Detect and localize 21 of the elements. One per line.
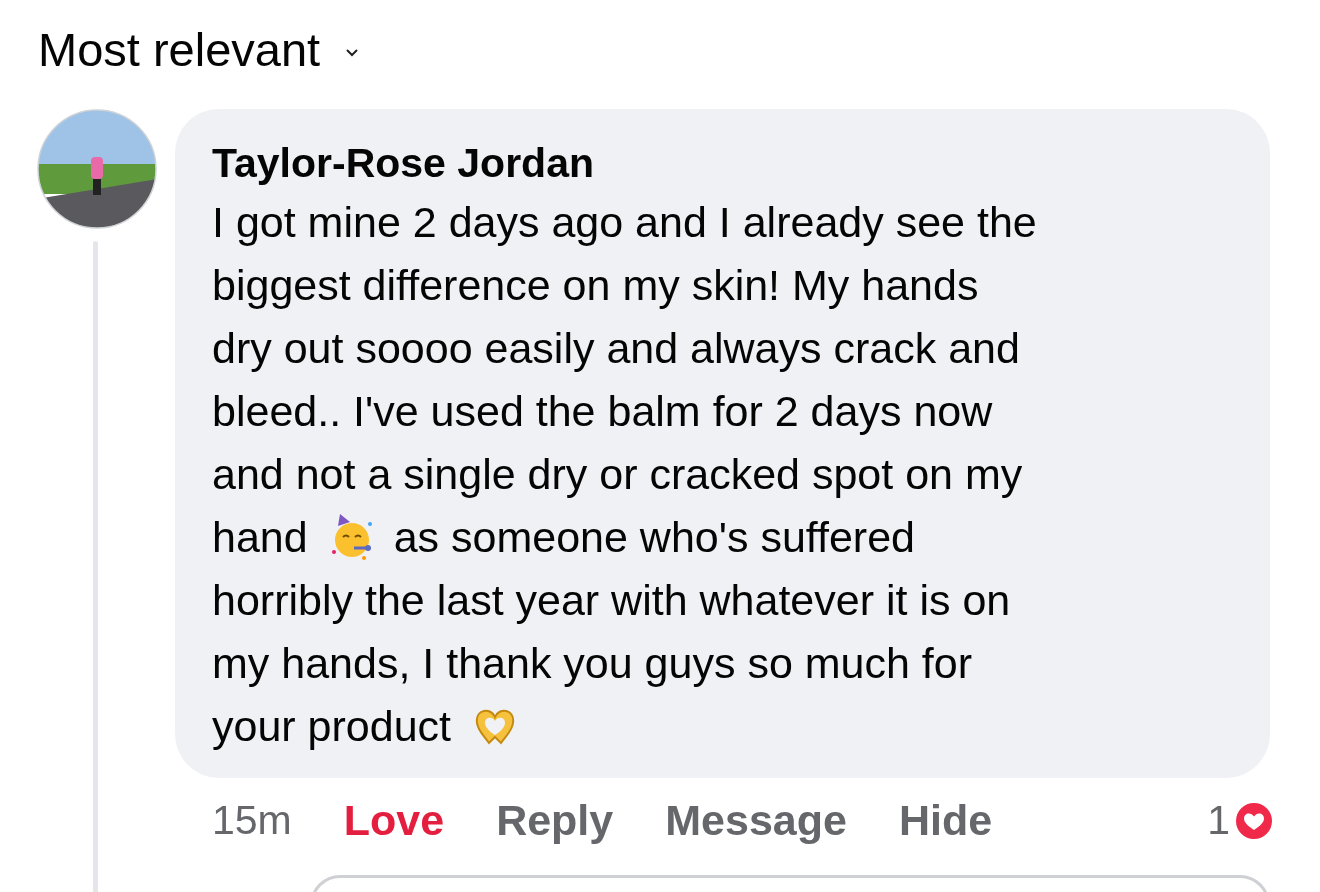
chevron-down-icon — [346, 48, 359, 57]
avatar-photo-placeholder[interactable] — [37, 109, 157, 229]
reaction-count: 1 — [1207, 797, 1230, 844]
timestamp: 15m — [212, 797, 292, 844]
comment-text: as someone who's suffered — [393, 512, 915, 563]
comment-text: my hands, I thank you guys so much for — [212, 638, 973, 689]
comment-text: and not a single dry or cracked spot on my — [212, 449, 1023, 500]
comment-text: bleed.. I've used the balm for 2 days now — [212, 386, 993, 437]
comment-text: horribly the last year with whatever it is on — [212, 575, 1011, 626]
action-link[interactable]: Reply — [496, 796, 614, 845]
comment-text: hand — [212, 512, 308, 563]
comment-text: your product — [212, 701, 452, 752]
comment-text: I got mine 2 days ago and I already see the — [212, 197, 1037, 248]
comment-text: biggest difference on my skin! My hands — [212, 260, 979, 311]
sort-dropdown[interactable]: Most relevant — [38, 22, 359, 77]
action-link[interactable]: Hide — [898, 796, 993, 845]
comment-text: dry out soooo easily and always crack and — [212, 323, 1020, 374]
heart-reaction-icon[interactable] — [1234, 800, 1274, 841]
action-link[interactable]: Message — [665, 796, 847, 845]
author-name[interactable]: Taylor-Rose Jordan — [212, 137, 1236, 189]
love-button[interactable]: Love — [343, 796, 445, 845]
